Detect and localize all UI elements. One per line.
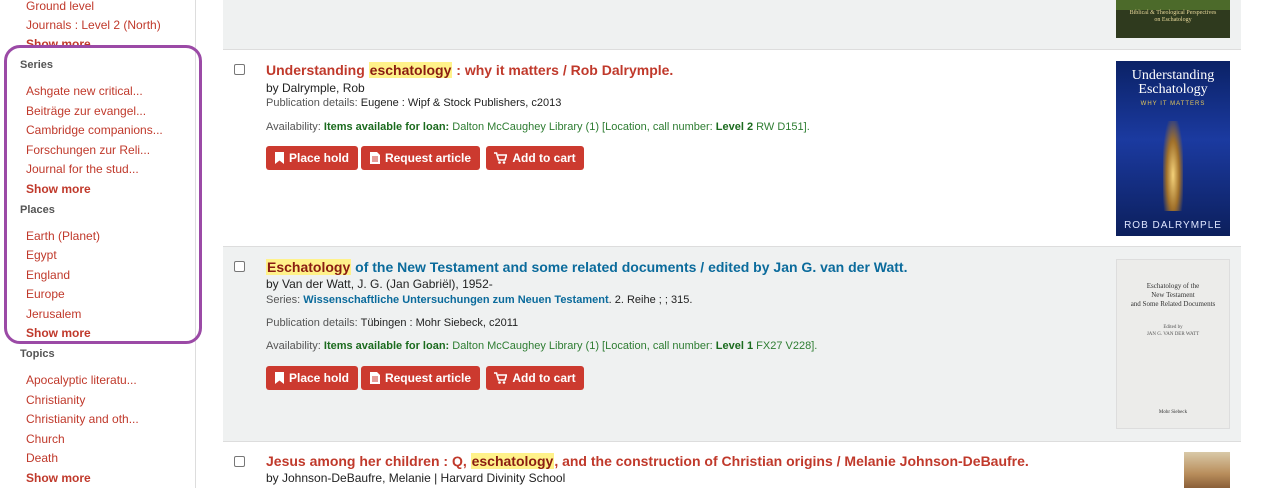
availability: Availability: Items available for loan: … — [266, 340, 818, 352]
request-article-button[interactable]: Request article — [361, 366, 480, 390]
document-icon — [369, 372, 380, 384]
facet-topic-item[interactable]: Christianity — [26, 393, 85, 407]
facet-heading-places: Places — [20, 204, 55, 216]
facets-sidebar: Ground level Journals : Level 2 (North) … — [0, 0, 196, 488]
cover-text: Edited by — [1163, 325, 1183, 330]
result-author: by Johnson-DeBaufre, Melanie | Harvard D… — [266, 471, 566, 485]
add-to-cart-button[interactable]: Add to cart — [486, 366, 584, 390]
result-row: Eschatology of the New Testament and som… — [223, 247, 1241, 442]
facet-place-item[interactable]: Egypt — [26, 248, 57, 262]
request-article-button[interactable]: Request article — [361, 146, 480, 170]
cover-text: JAN G. VAN DER WATT — [1146, 332, 1200, 337]
publication-details: Publication details: Eugene : Wipf & Sto… — [266, 97, 562, 109]
cover-text: Eschatology of the — [1146, 282, 1200, 290]
facet-topic-item[interactable]: Apocalyptic literatu... — [26, 373, 137, 387]
cart-icon — [494, 152, 508, 164]
book-cover-image[interactable]: Eschatology of the New Testament and Som… — [1116, 259, 1230, 429]
book-cover-image[interactable]: Biblical & Theological Perspectives on E… — [1116, 0, 1230, 38]
facet-series-item[interactable]: Ashgate new critical... — [26, 84, 143, 98]
select-result-checkbox[interactable] — [234, 456, 245, 467]
document-icon — [369, 152, 380, 164]
result-author: by Dalrymple, Rob — [266, 81, 365, 95]
result-title-link[interactable]: Eschatology of the New Testament and som… — [266, 259, 907, 275]
result-row: Jesus among her children : Q, eschatolog… — [223, 442, 1241, 488]
show-more-locations[interactable]: Show more — [26, 37, 91, 47]
cart-icon — [494, 372, 508, 384]
cover-text: Biblical & Theological Perspectives — [1129, 10, 1217, 16]
facet-series-item[interactable]: Beiträge zur evangel... — [26, 104, 146, 118]
select-result-checkbox[interactable] — [234, 261, 245, 272]
show-more-places[interactable]: Show more — [26, 326, 91, 340]
facet-location-ground-level[interactable]: Ground level — [26, 0, 94, 13]
facet-place-item[interactable]: England — [26, 268, 70, 282]
facet-place-item[interactable]: Europe — [26, 287, 65, 301]
availability: Availability: Items available for loan: … — [266, 121, 810, 133]
facet-series-item[interactable]: Forschungen zur Reli... — [26, 143, 150, 157]
book-cover-image[interactable]: Understanding Eschatology WHY IT MATTERS… — [1116, 61, 1230, 236]
facet-series-item[interactable]: Cambridge companions... — [26, 123, 163, 137]
facet-topic-item[interactable]: Church — [26, 432, 65, 446]
facet-place-item[interactable]: Earth (Planet) — [26, 229, 100, 243]
cover-subtitle: WHY IT MATTERS — [1140, 101, 1206, 107]
cover-text: New Testament — [1151, 291, 1195, 299]
facet-location-journals-level2[interactable]: Journals : Level 2 (North) — [26, 18, 161, 32]
search-results: Biblical & Theological Perspectives on E… — [223, 0, 1241, 488]
result-title-link[interactable]: Jesus among her children : Q, eschatolog… — [266, 453, 1029, 469]
result-row: Understanding eschatology : why it matte… — [223, 50, 1241, 247]
cover-author: ROB DALRYMPLE — [1124, 220, 1222, 231]
facet-heading-series: Series — [20, 59, 54, 71]
result-row: Biblical & Theological Perspectives on E… — [223, 0, 1241, 50]
facet-heading-topics: Topics — [20, 348, 55, 360]
result-title-link[interactable]: Understanding eschatology : why it matte… — [266, 62, 673, 78]
publication-details: Publication details: Tübingen : Mohr Sie… — [266, 317, 519, 329]
add-to-cart-button[interactable]: Add to cart — [486, 146, 584, 170]
cover-text: on Eschatology — [1154, 17, 1192, 23]
cover-text: and Some Related Documents — [1130, 300, 1216, 308]
bookmark-icon — [274, 152, 284, 164]
facet-topic-item[interactable]: Death — [26, 451, 58, 465]
place-hold-button[interactable]: Place hold — [266, 366, 358, 390]
series-details: Series: Wissenschaftliche Untersuchungen… — [266, 294, 693, 306]
show-more-series[interactable]: Show more — [26, 182, 91, 196]
result-author: by Van der Watt, J. G. (Jan Gabriël), 19… — [266, 277, 493, 291]
cover-publisher: Mohr Siebeck — [1158, 410, 1188, 415]
facet-series-item[interactable]: Journal for the stud... — [26, 162, 139, 176]
book-cover-image[interactable] — [1184, 452, 1230, 488]
facet-topic-item[interactable]: Christianity and oth... — [26, 412, 139, 426]
place-hold-button[interactable]: Place hold — [266, 146, 358, 170]
bookmark-icon — [274, 372, 284, 384]
facet-place-item[interactable]: Jerusalem — [26, 307, 81, 321]
select-result-checkbox[interactable] — [234, 64, 245, 75]
series-link[interactable]: Wissenschaftliche Untersuchungen zum Neu… — [303, 294, 608, 306]
cover-title: Understanding Eschatology — [1131, 68, 1215, 97]
show-more-topics[interactable]: Show more — [26, 471, 91, 485]
